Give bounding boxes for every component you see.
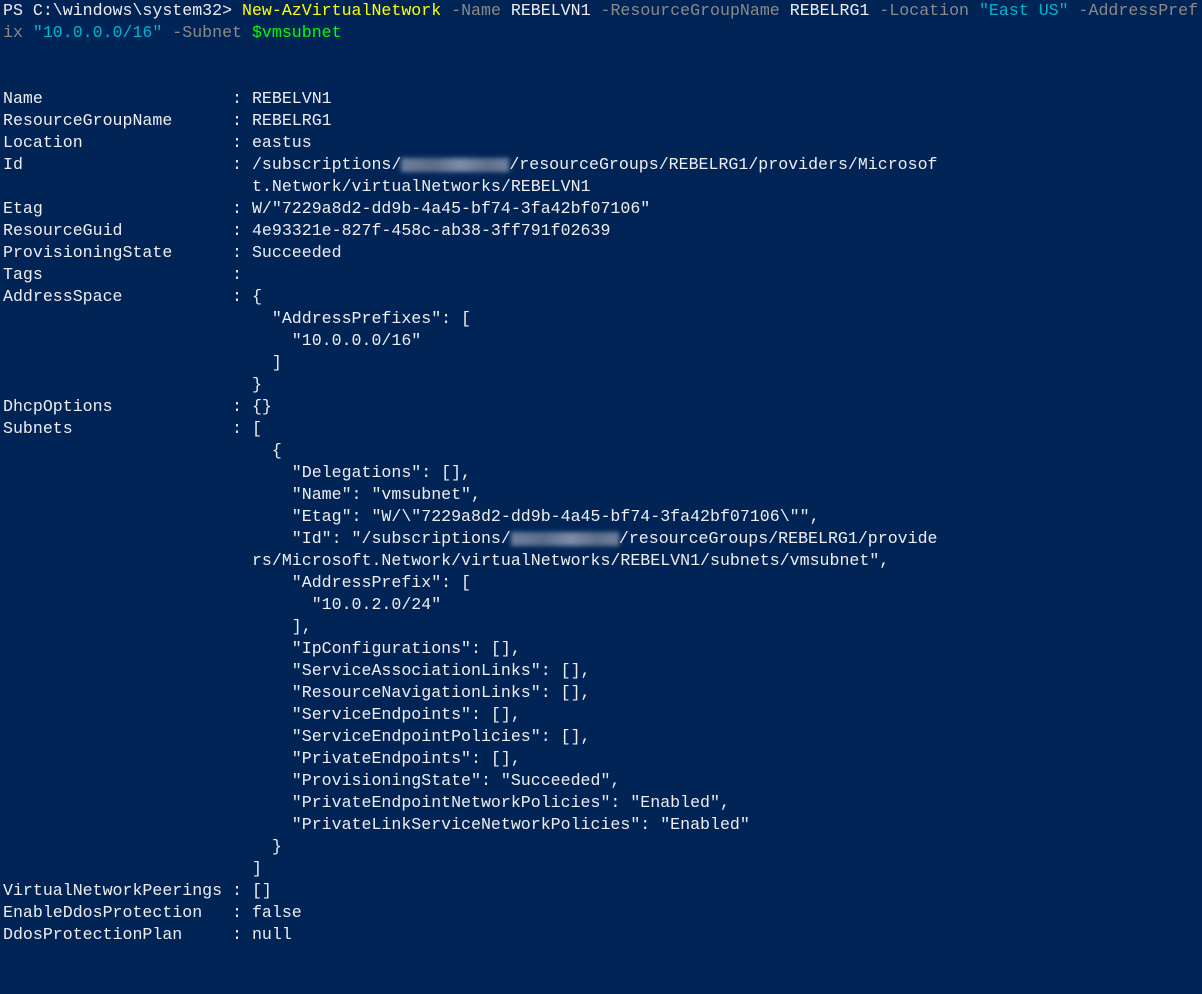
- output-id-prefix: Id : /subscriptions/: [3, 155, 402, 174]
- output-subnet-id-suffix: /resourceGroups/REBELRG1/provide: [618, 529, 938, 548]
- output-subnet-addressprefix: "AddressPrefix": [: [3, 573, 472, 592]
- output-location: Location : eastus: [3, 133, 312, 152]
- output-subnet-etag: "Etag": "W/\"7229a8d2-dd9b-4a45-bf74-3fa…: [3, 507, 820, 526]
- value-resourcegroupname: REBELRG1: [789, 1, 870, 20]
- output-subnet-serviceendpoints: "ServiceEndpoints": [],: [3, 705, 521, 724]
- output-id: Id : /subscriptions/ /resourceGroups/REBE…: [3, 154, 938, 176]
- output-addressspace-prefixes: "AddressPrefixes": [: [3, 309, 472, 328]
- output-subnet-addressprefix-value: "10.0.2.0/24": [3, 595, 442, 614]
- value-subnet-variable: $vmsubnet: [251, 23, 342, 42]
- output-subnets-close-bracket: ]: [3, 859, 262, 878]
- output-subnet-name: "Name": "vmsubnet",: [3, 485, 481, 504]
- output-subnet-delegations: "Delegations": [],: [3, 463, 472, 482]
- output-subnet-addressprefix-close: ],: [3, 617, 312, 636]
- value-name: REBELVN1: [510, 1, 591, 20]
- command-line-1: PS C:\windows\system32> New-AzVirtualNet…: [3, 0, 1198, 22]
- redacted-subscription-id: [401, 157, 510, 172]
- output-subnet-privatelinkservicenetworkpolicies: "PrivateLinkServiceNetworkPolicies": "En…: [3, 815, 750, 834]
- param-addressprefix-part1: -AddressPref: [1068, 1, 1199, 20]
- output-enableddosprotection: EnableDdosProtection : false: [3, 903, 302, 922]
- output-virtualnetworkpeerings: VirtualNetworkPeerings : []: [3, 881, 272, 900]
- output-subnet-resourcenavigationlinks: "ResourceNavigationLinks": [],: [3, 683, 591, 702]
- value-addressprefix: "10.0.0.0/16": [22, 23, 163, 42]
- output-subnet-provisioningstate: "ProvisioningState": "Succeeded",: [3, 771, 621, 790]
- output-subnets: Subnets : [: [3, 419, 262, 438]
- command-line-2: ix "10.0.0.0/16" -Subnet $vmsubnet: [3, 22, 342, 44]
- param-name: -Name: [441, 1, 511, 20]
- output-addressspace-close-brace: }: [3, 375, 262, 394]
- output-tags: Tags :: [3, 265, 242, 284]
- output-subnet-close-brace: }: [3, 837, 282, 856]
- output-etag: Etag : W/"7229a8d2-dd9b-4a45-bf74-3fa42b…: [3, 199, 651, 218]
- output-subnet-id-prefix: "Id": "/subscriptions/: [3, 529, 511, 548]
- output-subnet-open-brace: {: [3, 441, 282, 460]
- output-provisioningstate: ProvisioningState : Succeeded: [3, 243, 342, 262]
- param-subnet: -Subnet: [162, 23, 252, 42]
- output-subnet-serviceassociationlinks: "ServiceAssociationLinks": [],: [3, 661, 591, 680]
- output-id-continued: t.Network/virtualNetworks/REBELVN1: [3, 177, 591, 196]
- param-addressprefix-part2: ix: [3, 23, 23, 42]
- output-name: Name : REBELVN1: [3, 89, 332, 108]
- output-subnet-id-continued: rs/Microsoft.Network/virtualNetworks/REB…: [3, 551, 890, 570]
- output-dhcpoptions: DhcpOptions : {}: [3, 397, 272, 416]
- powershell-console[interactable]: PS C:\windows\system32> New-AzVirtualNet…: [0, 0, 1202, 994]
- param-location: -Location: [869, 1, 979, 20]
- cmdlet: New-AzVirtualNetwork: [242, 1, 442, 20]
- output-addressspace: AddressSpace : {: [3, 287, 262, 306]
- output-ddosprotectionplan: DdosProtectionPlan : null: [3, 925, 292, 944]
- output-resourcegroupname: ResourceGroupName : REBELRG1: [3, 111, 332, 130]
- param-resourcegroupname: -ResourceGroupName: [590, 1, 790, 20]
- output-subnet-privateendpointnetworkpolicies: "PrivateEndpointNetworkPolicies": "Enabl…: [3, 793, 730, 812]
- output-subnet-ipconfigurations: "IpConfigurations": [],: [3, 639, 521, 658]
- output-resourceguid: ResourceGuid : 4e93321e-827f-458c-ab38-3…: [3, 221, 611, 240]
- output-id-suffix: /resourceGroups/REBELRG1/providers/Micro…: [509, 155, 938, 174]
- output-subnet-privateendpoints: "PrivateEndpoints": [],: [3, 749, 521, 768]
- output-addressspace-value: "10.0.0.0/16": [3, 331, 422, 350]
- output-subnet-id: "Id": "/subscriptions/ /resourceGroups/RE…: [3, 528, 938, 550]
- value-location: "East US": [978, 1, 1069, 20]
- redacted-subscription-id-subnet: [510, 531, 619, 546]
- output-subnet-serviceendpointpolicies: "ServiceEndpointPolicies": [],: [3, 727, 591, 746]
- prompt-text: PS C:\windows\system32>: [3, 1, 242, 20]
- output-addressspace-close-bracket: ]: [3, 353, 282, 372]
